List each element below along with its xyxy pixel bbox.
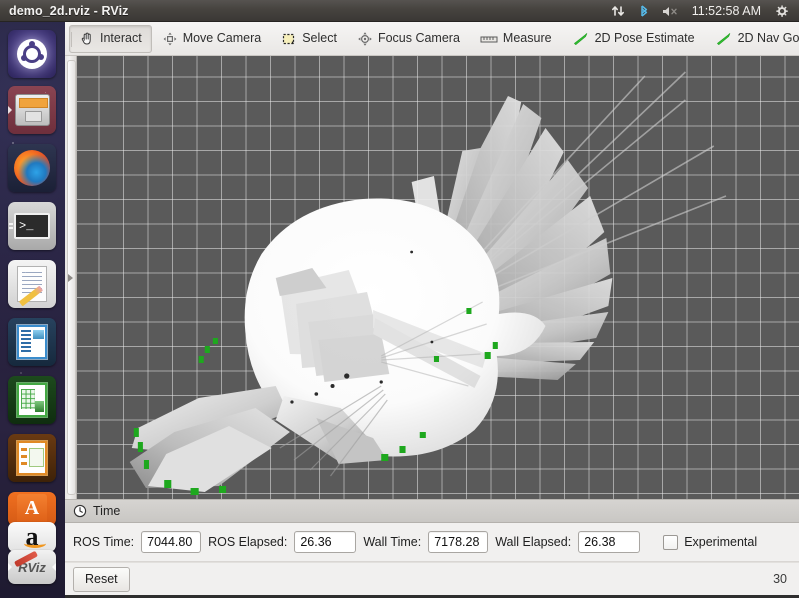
clock-icon — [73, 504, 87, 518]
volume-muted-icon[interactable] — [656, 0, 685, 22]
clock[interactable]: 11:52:58 AM — [685, 4, 768, 18]
experimental-checkbox-row[interactable]: Experimental — [663, 534, 758, 550]
tool-2d-nav-goal-label: 2D Nav Goal — [737, 31, 799, 46]
reset-button[interactable]: Reset — [73, 566, 130, 592]
software-center-icon — [17, 494, 47, 524]
tool-move-camera-label: Move Camera — [182, 31, 262, 46]
panel-splitter[interactable] — [65, 56, 77, 499]
file-cabinet-icon — [14, 94, 50, 126]
tool-2d-pose-estimate-label: 2D Pose Estimate — [594, 31, 695, 46]
launcher-item-rviz[interactable]: RViz — [8, 550, 56, 584]
occupancy-grid-map — [129, 71, 727, 495]
launcher-item-text-editor[interactable] — [8, 260, 56, 308]
launcher-running-arrow — [8, 563, 12, 571]
ros-time-field[interactable]: 7044.80 — [141, 531, 202, 553]
time-panel-title: Time — [93, 504, 121, 518]
launcher-item-ubuntu-dash[interactable] — [8, 30, 56, 78]
tool-focus-camera-button[interactable]: Focus Camera — [347, 25, 470, 53]
wall-elapsed-field[interactable]: 26.38 — [578, 531, 641, 553]
tool-measure-button[interactable]: Measure — [470, 25, 562, 53]
launcher-focused-arrow — [52, 563, 56, 571]
launcher-item-firefox[interactable] — [8, 144, 56, 192]
rviz-label: RViz — [18, 559, 46, 575]
launcher-item-libreoffice-writer[interactable] — [8, 318, 56, 366]
text-editor-icon — [17, 266, 47, 307]
launcher-item-files[interactable] — [8, 86, 56, 134]
time-panel-footer: Reset 30 — [65, 562, 799, 595]
launcher-running-arrow — [8, 106, 12, 114]
rviz-screen: demo_2d.rviz - RViz 11:52:58 AM >_ A a R… — [0, 0, 799, 598]
tool-focus-camera-label: Focus Camera — [377, 31, 460, 46]
select-box-icon — [281, 31, 297, 47]
window-title: demo_2d.rviz - RViz — [9, 3, 129, 18]
hand-cursor-icon — [79, 31, 95, 47]
3d-viewport[interactable] — [77, 56, 799, 499]
ruler-icon — [480, 32, 498, 46]
unity-launcher: >_ a RViz — [0, 22, 66, 598]
time-panel-fields: ROS Time: 7044.80 ROS Elapsed: 26.36 Wal… — [65, 523, 799, 562]
rviz-toolbar: Interact Move Camera Select Focus Camera… — [65, 22, 799, 56]
green-arrow-icon — [715, 32, 733, 46]
launcher-item-terminal[interactable]: >_ — [8, 202, 56, 250]
move-camera-icon — [162, 31, 178, 47]
launcher-running-pip — [9, 221, 13, 231]
tool-move-camera-button[interactable]: Move Camera — [152, 25, 272, 53]
system-tray: 11:52:58 AM — [605, 0, 795, 22]
amazon-label: a — [23, 522, 46, 551]
tool-interact-label: Interact — [100, 31, 142, 46]
expand-panel-arrow-icon[interactable] — [68, 273, 73, 282]
rviz-window: Interact Move Camera Select Focus Camera… — [65, 22, 799, 598]
tool-select-button[interactable]: Select — [271, 25, 347, 53]
network-up-down-icon[interactable] — [605, 0, 632, 22]
writer-document-icon — [16, 324, 48, 360]
fps-counter: 30 — [773, 572, 787, 586]
time-panel: Time ROS Time: 7044.80 ROS Elapsed: 26.3… — [65, 499, 799, 598]
tool-interact-button[interactable]: Interact — [69, 24, 152, 53]
launcher-item-libreoffice-impress[interactable] — [8, 434, 56, 482]
launcher-item-libreoffice-calc[interactable] — [8, 376, 56, 424]
viewport-area — [65, 56, 799, 499]
wall-time-label: Wall Time: — [363, 535, 422, 549]
firefox-icon — [14, 150, 50, 186]
ros-elapsed-label: ROS Elapsed: — [208, 535, 288, 549]
tool-select-label: Select — [302, 31, 337, 46]
ubuntu-logo-icon — [17, 39, 47, 69]
terminal-icon: >_ — [14, 213, 50, 239]
launcher-item-ubuntu-software-center[interactable] — [8, 492, 56, 526]
tool-2d-pose-estimate-button[interactable]: 2D Pose Estimate — [562, 25, 705, 53]
ros-elapsed-field[interactable]: 26.36 — [294, 531, 357, 553]
experimental-label: Experimental — [684, 535, 758, 549]
launcher-item-amazon[interactable]: a — [8, 522, 56, 552]
experimental-checkbox[interactable] — [663, 534, 679, 550]
bluetooth-icon[interactable] — [632, 0, 656, 22]
tool-measure-label: Measure — [502, 31, 552, 46]
green-arrow-icon — [572, 32, 590, 46]
ros-time-label: ROS Time: — [73, 535, 135, 549]
focus-camera-icon — [357, 31, 373, 47]
tool-2d-nav-goal-button[interactable]: 2D Nav Goal — [705, 25, 799, 53]
time-panel-header: Time — [65, 500, 799, 523]
impress-presentation-icon — [16, 440, 48, 476]
wall-time-field[interactable]: 7178.28 — [428, 531, 489, 553]
power-gear-icon[interactable] — [768, 0, 795, 22]
calc-spreadsheet-icon — [16, 382, 48, 418]
wall-elapsed-label: Wall Elapsed: — [495, 535, 572, 549]
unity-top-panel: demo_2d.rviz - RViz 11:52:58 AM — [0, 0, 799, 22]
